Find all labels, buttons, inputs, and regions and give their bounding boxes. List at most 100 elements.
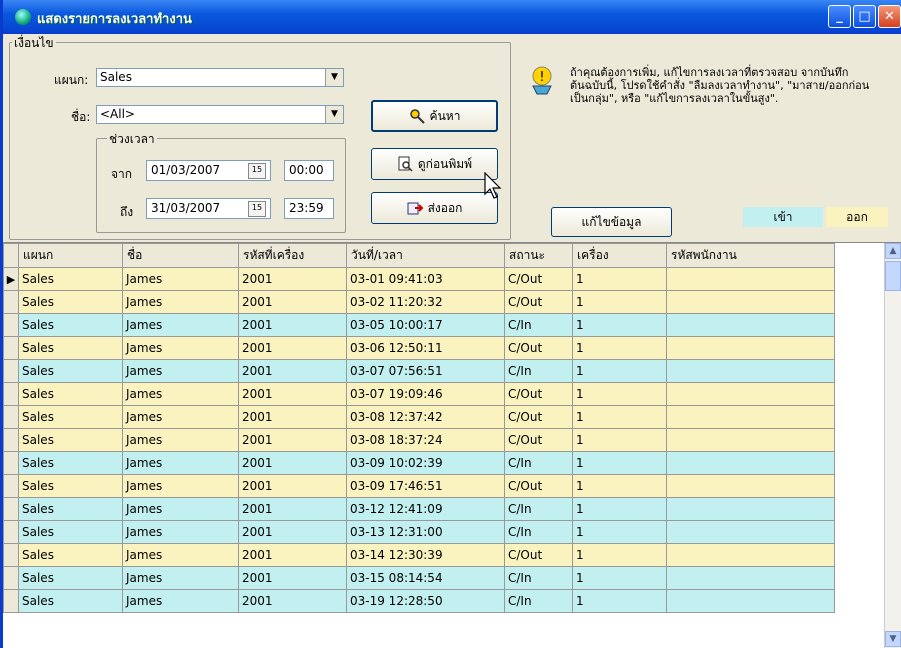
table-cell[interactable]: 03-15 08:14:54 [346, 566, 505, 590]
column-header[interactable]: แผนก [18, 243, 123, 268]
table-cell[interactable] [666, 290, 835, 314]
table-row[interactable]: Sales James 2001 03-14 12:30:39 C/Out 1 [3, 543, 835, 567]
table-cell[interactable]: James [122, 405, 239, 429]
column-header[interactable]: รหัสพนักงาน [666, 243, 835, 268]
table-cell[interactable]: C/Out [504, 543, 573, 567]
table-cell[interactable]: 03-08 12:37:42 [346, 405, 505, 429]
row-selector[interactable] [3, 566, 19, 590]
column-header[interactable]: สถานะ [504, 243, 573, 268]
table-cell[interactable]: Sales [18, 336, 123, 360]
table-cell[interactable]: Sales [18, 290, 123, 314]
table-cell[interactable]: C/Out [504, 336, 573, 360]
table-cell[interactable]: James [122, 451, 239, 475]
table-row[interactable]: Sales James 2001 03-06 12:50:11 C/Out 1 [3, 336, 835, 360]
table-cell[interactable] [666, 543, 835, 567]
table-cell[interactable]: C/In [504, 589, 573, 613]
table-cell[interactable]: Sales [18, 313, 123, 337]
title-bar[interactable]: แสดงรายการลงเวลาทำงาน _ □ ✕ [3, 0, 901, 34]
current-row-indicator-icon[interactable]: ▶ [3, 267, 19, 291]
table-cell[interactable] [666, 474, 835, 498]
table-cell[interactable]: 2001 [238, 336, 347, 360]
table-cell[interactable]: 03-02 11:20:32 [346, 290, 505, 314]
row-selector[interactable] [3, 313, 19, 337]
table-cell[interactable]: C/Out [504, 267, 573, 291]
table-cell[interactable]: 03-09 17:46:51 [346, 474, 505, 498]
row-selector[interactable] [3, 520, 19, 544]
table-cell[interactable]: James [122, 543, 239, 567]
chevron-down-icon[interactable]: ▼ [325, 69, 343, 86]
column-header[interactable]: รหัสที่เครื่อง [238, 243, 347, 268]
table-cell[interactable]: 03-12 12:41:09 [346, 497, 505, 521]
table-cell[interactable]: 2001 [238, 382, 347, 406]
table-row[interactable]: Sales James 2001 03-08 12:37:42 C/Out 1 [3, 405, 835, 429]
table-cell[interactable] [666, 589, 835, 613]
table-cell[interactable]: 1 [572, 405, 667, 429]
row-selector[interactable] [3, 589, 19, 613]
table-cell[interactable]: James [122, 428, 239, 452]
table-cell[interactable] [666, 405, 835, 429]
table-row[interactable]: Sales James 2001 03-08 18:37:24 C/Out 1 [3, 428, 835, 452]
table-cell[interactable]: 1 [572, 474, 667, 498]
table-cell[interactable]: C/In [504, 497, 573, 521]
table-cell[interactable]: James [122, 313, 239, 337]
table-cell[interactable]: 1 [572, 543, 667, 567]
table-cell[interactable]: 03-08 18:37:24 [346, 428, 505, 452]
table-cell[interactable] [666, 566, 835, 590]
close-button[interactable]: ✕ [878, 5, 901, 28]
table-cell[interactable]: C/Out [504, 405, 573, 429]
table-cell[interactable]: 03-13 12:31:00 [346, 520, 505, 544]
table-cell[interactable]: Sales [18, 359, 123, 383]
table-cell[interactable]: Sales [18, 589, 123, 613]
search-button[interactable]: ค้นหา [371, 100, 498, 132]
table-row[interactable]: Sales James 2001 03-05 10:00:17 C/In 1 [3, 313, 835, 337]
column-header[interactable]: วันที่/เวลา [346, 243, 505, 268]
preview-button[interactable]: ดูก่อนพิมพ์ [371, 148, 498, 180]
table-row[interactable]: ▶ Sales James 2001 03-01 09:41:03 C/Out 1 [3, 267, 835, 291]
table-cell[interactable] [666, 428, 835, 452]
table-cell[interactable] [666, 497, 835, 521]
table-cell[interactable]: C/In [504, 359, 573, 383]
table-cell[interactable]: 2001 [238, 451, 347, 475]
table-cell[interactable]: Sales [18, 267, 123, 291]
vertical-scrollbar[interactable]: ▲ ▼ [884, 243, 901, 648]
table-cell[interactable]: James [122, 290, 239, 314]
table-cell[interactable]: 03-07 19:09:46 [346, 382, 505, 406]
table-cell[interactable]: 2001 [238, 543, 347, 567]
table-cell[interactable]: 03-06 12:50:11 [346, 336, 505, 360]
scroll-up-button[interactable]: ▲ [885, 243, 901, 259]
table-cell[interactable]: James [122, 589, 239, 613]
table-cell[interactable]: James [122, 336, 239, 360]
table-cell[interactable]: 1 [572, 428, 667, 452]
export-button[interactable]: ส่งออก [371, 192, 498, 224]
table-row[interactable]: Sales James 2001 03-15 08:14:54 C/In 1 [3, 566, 835, 590]
table-cell[interactable]: Sales [18, 543, 123, 567]
table-cell[interactable]: Sales [18, 497, 123, 521]
column-header[interactable]: เครื่อง [572, 243, 667, 268]
column-header[interactable]: ชื่อ [122, 243, 239, 268]
table-cell[interactable]: C/Out [504, 382, 573, 406]
row-selector[interactable] [3, 428, 19, 452]
table-cell[interactable]: Sales [18, 474, 123, 498]
table-cell[interactable]: C/Out [504, 428, 573, 452]
table-cell[interactable]: James [122, 359, 239, 383]
edit-data-button[interactable]: แก้ไขข้อมูล [551, 207, 672, 237]
table-cell[interactable] [666, 336, 835, 360]
scroll-thumb[interactable] [885, 261, 901, 291]
table-cell[interactable]: 2001 [238, 313, 347, 337]
minimize-button[interactable]: _ [828, 5, 851, 28]
table-cell[interactable] [666, 359, 835, 383]
calendar-icon[interactable]: 15 [248, 201, 266, 217]
table-cell[interactable]: 1 [572, 267, 667, 291]
table-cell[interactable] [666, 313, 835, 337]
from-date-field[interactable]: 01/03/2007 15 [146, 160, 271, 181]
table-cell[interactable]: 03-14 12:30:39 [346, 543, 505, 567]
table-row[interactable]: Sales James 2001 03-09 17:46:51 C/Out 1 [3, 474, 835, 498]
table-cell[interactable]: 1 [572, 497, 667, 521]
table-cell[interactable]: 1 [572, 451, 667, 475]
table-cell[interactable]: 2001 [238, 290, 347, 314]
table-cell[interactable]: 1 [572, 313, 667, 337]
table-cell[interactable]: 1 [572, 520, 667, 544]
table-cell[interactable]: 03-09 10:02:39 [346, 451, 505, 475]
row-selector[interactable] [3, 543, 19, 567]
table-cell[interactable]: 2001 [238, 267, 347, 291]
